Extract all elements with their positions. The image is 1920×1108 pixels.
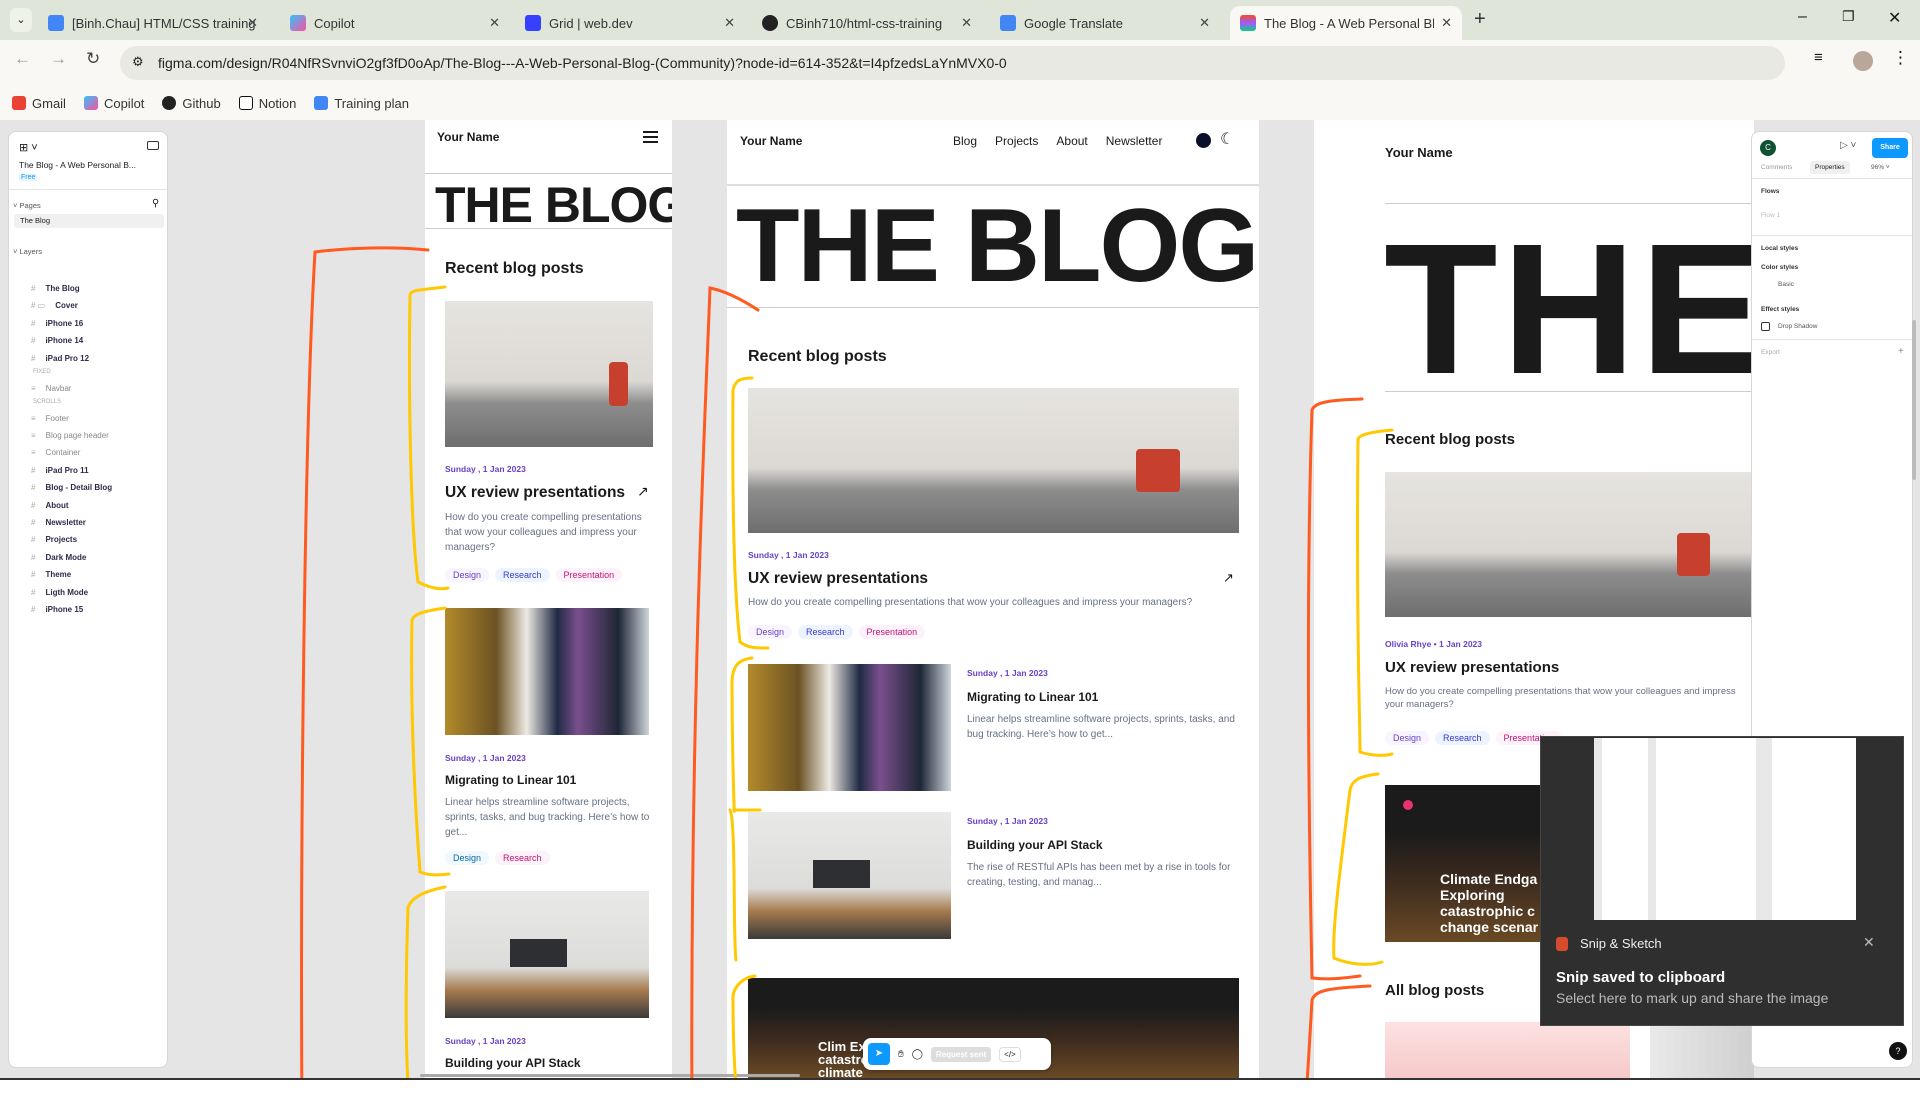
tab-search-chevron-icon[interactable]: ⌄ (10, 8, 32, 32)
reload-button[interactable]: ↻ (86, 49, 100, 69)
bookmark-notion[interactable]: Notion (238, 96, 296, 111)
close-tab-icon[interactable]: ✕ (724, 15, 735, 31)
bookmark-github[interactable]: Github (162, 96, 221, 111)
forward-button[interactable]: → (50, 49, 67, 69)
restore-button[interactable]: ❐ (1842, 8, 1855, 25)
bookmark-copilot[interactable]: Copilot (83, 96, 144, 111)
close-tab-icon[interactable]: ✕ (247, 15, 258, 31)
close-window-button[interactable]: ✕ (1888, 8, 1901, 28)
tab-figma-blog[interactable]: The Blog - A Web Personal Blog ✕ (1230, 6, 1462, 40)
copilot-icon (290, 15, 306, 31)
github-icon (162, 96, 177, 110)
yellow-bracket (407, 285, 450, 591)
minimize-button[interactable]: – (1798, 8, 1807, 26)
profile-avatar[interactable] (1853, 51, 1873, 71)
copilot-icon (83, 96, 98, 110)
tab-github[interactable]: CBinh710/html-css-training ✕ (752, 6, 982, 40)
orange-bracket (690, 286, 760, 1078)
bookmarks-bar: Gmail Copilot Github Notion Training pla… (0, 86, 1920, 120)
tab-google-translate[interactable]: Google Translate ✕ (990, 6, 1220, 40)
address-bar[interactable]: ⚙ figma.com/design/R04NfRSvnviO2gf3fD0oA… (120, 46, 1785, 80)
figma-canvas[interactable]: ⊞ ˅ The Blog - A Web Personal B... Free … (0, 120, 1920, 1078)
toast-body: Select here to mark up and share the ima… (1556, 990, 1829, 1006)
browser-menu-icon[interactable]: ⋮ (1892, 48, 1909, 68)
back-button[interactable]: ← (14, 49, 31, 69)
bookmark-gmail[interactable]: Gmail (12, 96, 66, 111)
site-settings-icon[interactable]: ⚙ (132, 54, 144, 70)
yellow-bracket (730, 656, 762, 813)
thumbnail-desktop: THE (1772, 738, 1856, 920)
toast-close-button[interactable]: ✕ (1863, 934, 1875, 951)
new-tab-button[interactable]: + (1474, 8, 1486, 31)
tab-bar: ⌄ [Binh.Chau] HTML/CSS training ✕ Copilot… (0, 0, 1920, 40)
media-controls-icon[interactable]: ≡ (1814, 49, 1823, 66)
bottom-strip (0, 1078, 1920, 1108)
figma-icon (1240, 15, 1256, 31)
tab-training-doc[interactable]: [Binh.Chau] HTML/CSS training ✕ (38, 6, 268, 40)
gmail-icon (12, 96, 26, 110)
github-icon (762, 15, 778, 31)
orange-bracket (1305, 984, 1372, 1078)
snip-sketch-app-icon (1556, 937, 1568, 951)
close-tab-icon[interactable]: ✕ (1441, 15, 1452, 31)
close-tab-icon[interactable]: ✕ (489, 15, 500, 31)
toast-title: Snip saved to clipboard (1556, 969, 1726, 986)
google-docs-icon (314, 96, 329, 110)
orange-bracket (1306, 397, 1364, 981)
tab-copilot[interactable]: Copilot ✕ (280, 6, 510, 40)
yellow-bracket (410, 606, 451, 877)
yellow-bracket (404, 885, 447, 1078)
tab-webdev[interactable]: Grid | web.dev ✕ (515, 6, 745, 40)
thumbnail-tablet: THE BLOG (1656, 738, 1756, 920)
snip-thumbnail[interactable]: THE BLOG THE BLOG THE (1594, 738, 1856, 920)
thumbnail-mobile: THE BLOG (1602, 738, 1648, 920)
snip-sketch-notification[interactable]: THE BLOG THE BLOG THE Snip & Sketch ✕ Sn… (1540, 736, 1904, 1026)
webdev-icon (525, 15, 541, 31)
google-translate-icon (1000, 15, 1016, 31)
google-docs-icon (48, 15, 64, 31)
close-tab-icon[interactable]: ✕ (961, 15, 972, 31)
yellow-bracket (1355, 428, 1394, 757)
notion-icon (238, 96, 253, 110)
close-tab-icon[interactable]: ✕ (1199, 15, 1210, 31)
bookmark-training-plan[interactable]: Training plan (314, 96, 409, 111)
yellow-bracket (1332, 772, 1384, 966)
toast-app-name: Snip & Sketch (1580, 936, 1662, 951)
yellow-bracket (728, 808, 757, 1078)
yellow-bracket (731, 376, 770, 650)
